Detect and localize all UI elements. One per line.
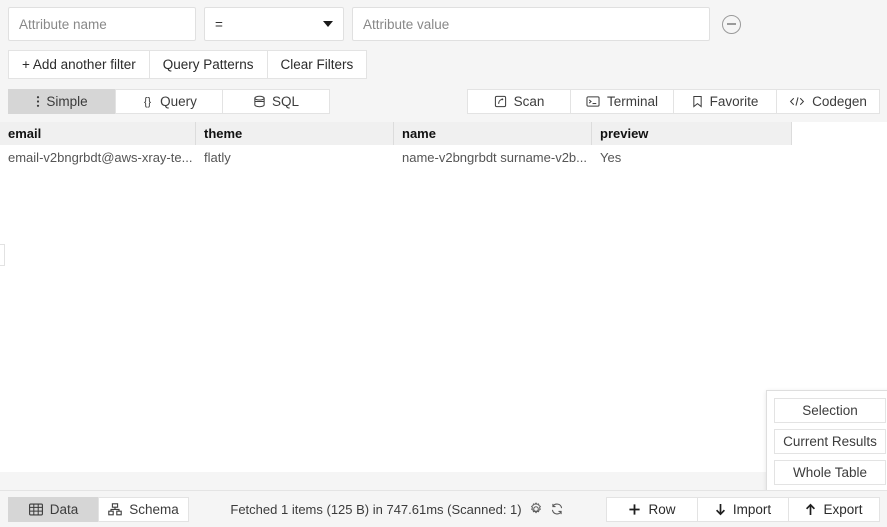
minus-circle-icon[interactable] <box>722 14 741 34</box>
vertical-dots-icon <box>36 95 40 108</box>
horizontal-scroll-handle[interactable] <box>0 244 5 266</box>
operator-select[interactable]: = <box>204 7 344 41</box>
clear-filters-button[interactable]: Clear Filters <box>266 50 368 79</box>
cell-email[interactable]: email-v2bngrbdt@aws-xray-te... <box>0 145 196 170</box>
fetch-status-text: Fetched 1 items (125 B) in 747.61ms (Sca… <box>230 501 522 517</box>
tab-schema-label: Schema <box>129 501 179 517</box>
table-row[interactable]: email-v2bngrbdt@aws-xray-te... flatly na… <box>0 145 887 170</box>
add-row-button[interactable]: Row <box>606 496 698 522</box>
table-header-row: email theme name preview <box>0 122 792 145</box>
add-another-filter-button[interactable]: + Add another filter <box>8 50 150 79</box>
scan-button[interactable]: Scan <box>467 89 571 114</box>
status-icon-group <box>529 502 564 516</box>
terminal-icon <box>586 95 600 108</box>
mode-toolbar: Simple {} Query SQL Scan Terminal Favori… <box>0 89 887 114</box>
cell-theme[interactable]: flatly <box>196 145 394 170</box>
tab-data-label: Data <box>49 501 79 517</box>
column-header-email[interactable]: email <box>0 122 196 145</box>
arrow-up-icon <box>805 503 816 516</box>
column-header-name[interactable]: name <box>394 122 592 145</box>
column-header-theme[interactable]: theme <box>196 122 394 145</box>
tab-query[interactable]: {} Query <box>115 89 223 114</box>
code-icon <box>789 95 805 108</box>
minus-bar <box>727 23 736 25</box>
cell-preview[interactable]: Yes <box>592 145 792 170</box>
table-icon <box>28 503 43 516</box>
favorite-button[interactable]: Favorite <box>673 89 777 114</box>
add-another-filter-label: + Add another filter <box>22 57 136 72</box>
tab-sql[interactable]: SQL <box>222 89 330 114</box>
attribute-name-input[interactable]: Attribute name <box>8 7 196 41</box>
scan-label: Scan <box>513 94 545 109</box>
dynamodb-table-browser: Attribute name = Attribute value + Add a… <box>0 0 887 527</box>
attribute-value-input[interactable]: Attribute value <box>352 7 710 41</box>
tab-query-label: Query <box>160 94 197 109</box>
export-button[interactable]: Export <box>788 496 880 522</box>
results-table: email theme name preview email-v2bngrbdt… <box>0 122 887 472</box>
status-bar: Data Schema Fetched 1 items (125 B) in 7… <box>0 490 887 527</box>
query-patterns-button[interactable]: Query Patterns <box>148 50 268 79</box>
view-tabs: Data Schema <box>8 496 189 522</box>
add-row-label: Row <box>648 501 676 517</box>
dropdown-item-current-results-label: Current Results <box>783 434 877 449</box>
attribute-value-placeholder: Attribute value <box>363 16 450 32</box>
database-icon <box>253 95 266 108</box>
codegen-label: Codegen <box>812 94 867 109</box>
scan-icon <box>494 95 507 108</box>
mode-tabs: Simple {} Query SQL <box>8 89 330 114</box>
operator-value: = <box>215 16 223 32</box>
refresh-icon[interactable] <box>550 502 564 516</box>
column-header-preview[interactable]: preview <box>592 122 792 145</box>
schema-icon <box>108 502 122 516</box>
bookmark-icon <box>692 95 703 108</box>
filter-bar: Attribute name = Attribute value + Add a… <box>0 0 887 79</box>
filter-row: Attribute name = Attribute value <box>8 7 879 41</box>
import-button[interactable]: Import <box>697 496 789 522</box>
clear-filters-label: Clear Filters <box>280 57 354 72</box>
tab-schema[interactable]: Schema <box>98 496 189 522</box>
cell-name[interactable]: name-v2bngrbdt surname-v2b... <box>394 145 592 170</box>
chevron-down-icon <box>323 21 333 27</box>
export-scope-dropdown: Selection Current Results Whole Table <box>766 390 887 493</box>
query-patterns-label: Query Patterns <box>162 57 254 72</box>
arrow-down-icon <box>715 503 726 516</box>
terminal-button[interactable]: Terminal <box>570 89 674 114</box>
terminal-label: Terminal <box>606 94 658 109</box>
tab-sql-label: SQL <box>271 94 299 109</box>
row-actions: Row Import Export <box>606 496 880 522</box>
filter-actions: + Add another filter Query Patterns Clea… <box>8 50 879 79</box>
tab-data[interactable]: Data <box>8 496 99 522</box>
dropdown-item-whole-table[interactable]: Whole Table <box>774 460 886 485</box>
codegen-button[interactable]: Codegen <box>776 89 880 114</box>
svg-text:{}: {} <box>144 96 152 108</box>
toolbar-actions: Scan Terminal Favorite Codegen <box>467 89 880 114</box>
fetch-status: Fetched 1 items (125 B) in 747.61ms (Sca… <box>188 502 606 517</box>
import-label: Import <box>732 501 772 517</box>
gear-icon[interactable] <box>529 502 543 516</box>
braces-icon: {} <box>141 95 154 108</box>
dropdown-item-selection-label: Selection <box>802 403 858 418</box>
favorite-label: Favorite <box>709 94 759 109</box>
dropdown-item-whole-table-label: Whole Table <box>792 465 868 480</box>
export-label: Export <box>823 501 863 517</box>
attribute-name-placeholder: Attribute name <box>19 16 107 32</box>
dropdown-item-current-results[interactable]: Current Results <box>774 429 886 454</box>
tab-simple[interactable]: Simple <box>8 89 116 114</box>
tab-simple-label: Simple <box>46 94 88 109</box>
dropdown-item-selection[interactable]: Selection <box>774 398 886 423</box>
plus-icon <box>628 503 641 516</box>
